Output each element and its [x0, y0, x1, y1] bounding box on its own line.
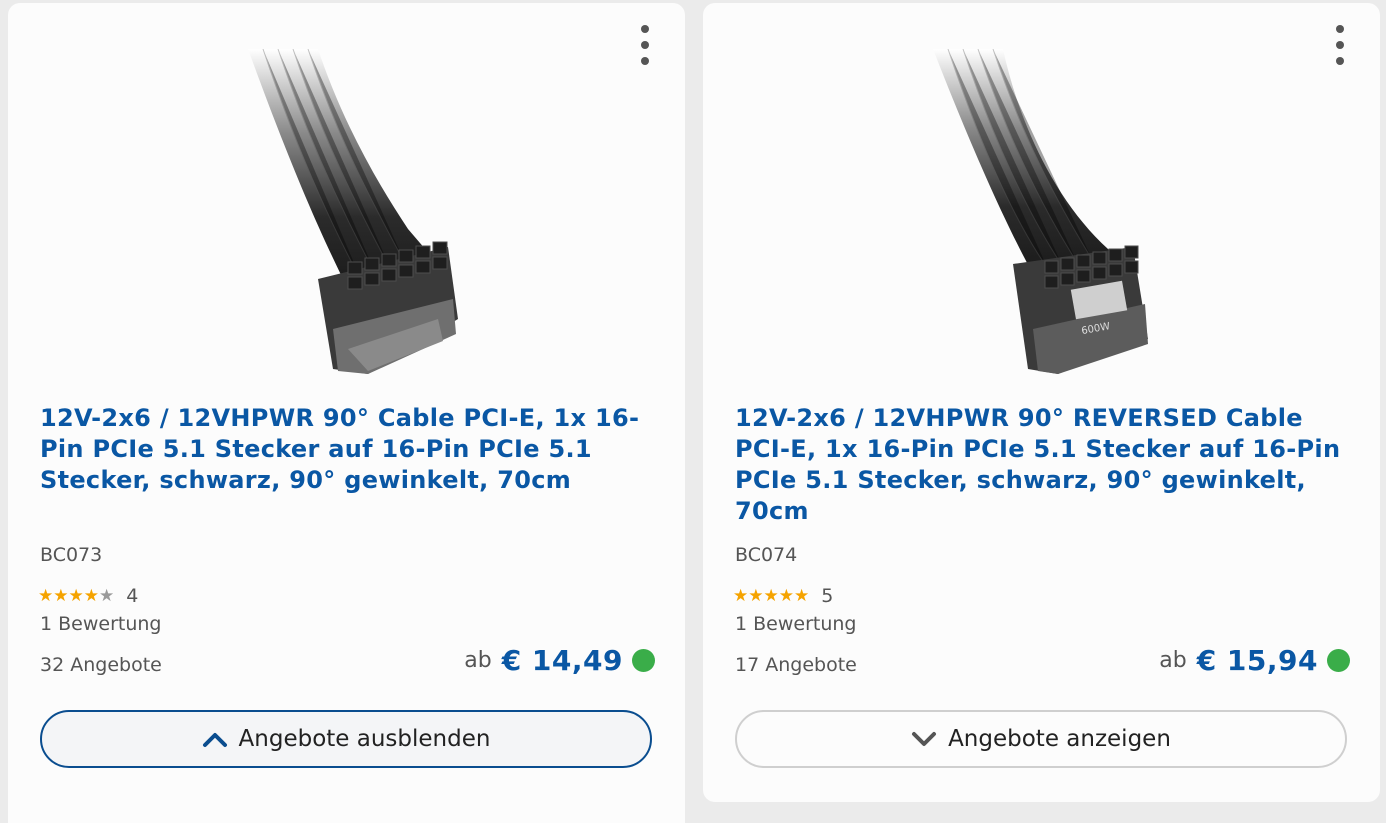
star-icon: ★ — [68, 586, 84, 606]
offers-count: 32 Angebote — [40, 654, 162, 676]
chevron-down-icon — [912, 732, 937, 746]
product-title-link[interactable]: 12V-2x6 / 12VHPWR 90° REVERSED Cable PCI… — [735, 403, 1350, 527]
product-image[interactable]: 600W — [933, 49, 1153, 374]
star-icon: ★ — [748, 586, 764, 606]
rating-value: 5 — [821, 585, 834, 607]
offers-count: 17 Angebote — [735, 654, 857, 676]
product-image[interactable] — [238, 49, 458, 374]
product-title-link[interactable]: 12V-2x6 / 12VHPWR 90° Cable PCI-E, 1x 16… — [40, 403, 655, 496]
star-icon: ★ — [38, 586, 54, 606]
hide-offers-button[interactable]: Angebote ausblenden — [40, 710, 652, 768]
star-icon: ★ — [83, 586, 99, 606]
show-offers-button[interactable]: Angebote anzeigen — [735, 710, 1347, 768]
more-options-icon[interactable] — [638, 25, 652, 65]
product-sku: BC074 — [735, 544, 798, 566]
product-card: 600W 12V-2x6 / 12VHPWR 90° REVERSED Cabl… — [703, 3, 1380, 802]
price-block: ab € 15,94 — [1159, 644, 1350, 677]
star-icon: ★ — [763, 586, 779, 606]
star-icon: ★ — [733, 586, 749, 606]
rating-stars[interactable]: ★ ★ ★ ★ ★ 5 — [733, 585, 833, 607]
chevron-up-icon — [202, 733, 227, 747]
rating-value: 4 — [126, 585, 139, 607]
price-prefix: ab — [1159, 648, 1187, 673]
star-icon: ★ — [794, 586, 810, 606]
product-sku: BC073 — [40, 544, 103, 566]
star-icon: ★ — [53, 586, 69, 606]
rating-count-link[interactable]: 1 Bewertung — [40, 613, 162, 635]
availability-dot-icon — [632, 649, 655, 672]
offers-button-label: Angebote ausblenden — [238, 726, 491, 752]
product-card: 12V-2x6 / 12VHPWR 90° Cable PCI-E, 1x 16… — [8, 3, 685, 823]
star-icon: ★ — [778, 586, 794, 606]
price-block: ab € 14,49 — [464, 644, 655, 677]
more-options-icon[interactable] — [1333, 25, 1347, 65]
rating-stars[interactable]: ★ ★ ★ ★ ★ 4 — [38, 585, 138, 607]
price-amount[interactable]: € 14,49 — [502, 644, 623, 677]
rating-count-link[interactable]: 1 Bewertung — [735, 613, 857, 635]
price-amount[interactable]: € 15,94 — [1197, 644, 1318, 677]
price-prefix: ab — [464, 648, 492, 673]
offers-button-label: Angebote anzeigen — [948, 726, 1171, 752]
star-icon: ★ — [99, 586, 115, 606]
availability-dot-icon — [1327, 649, 1350, 672]
